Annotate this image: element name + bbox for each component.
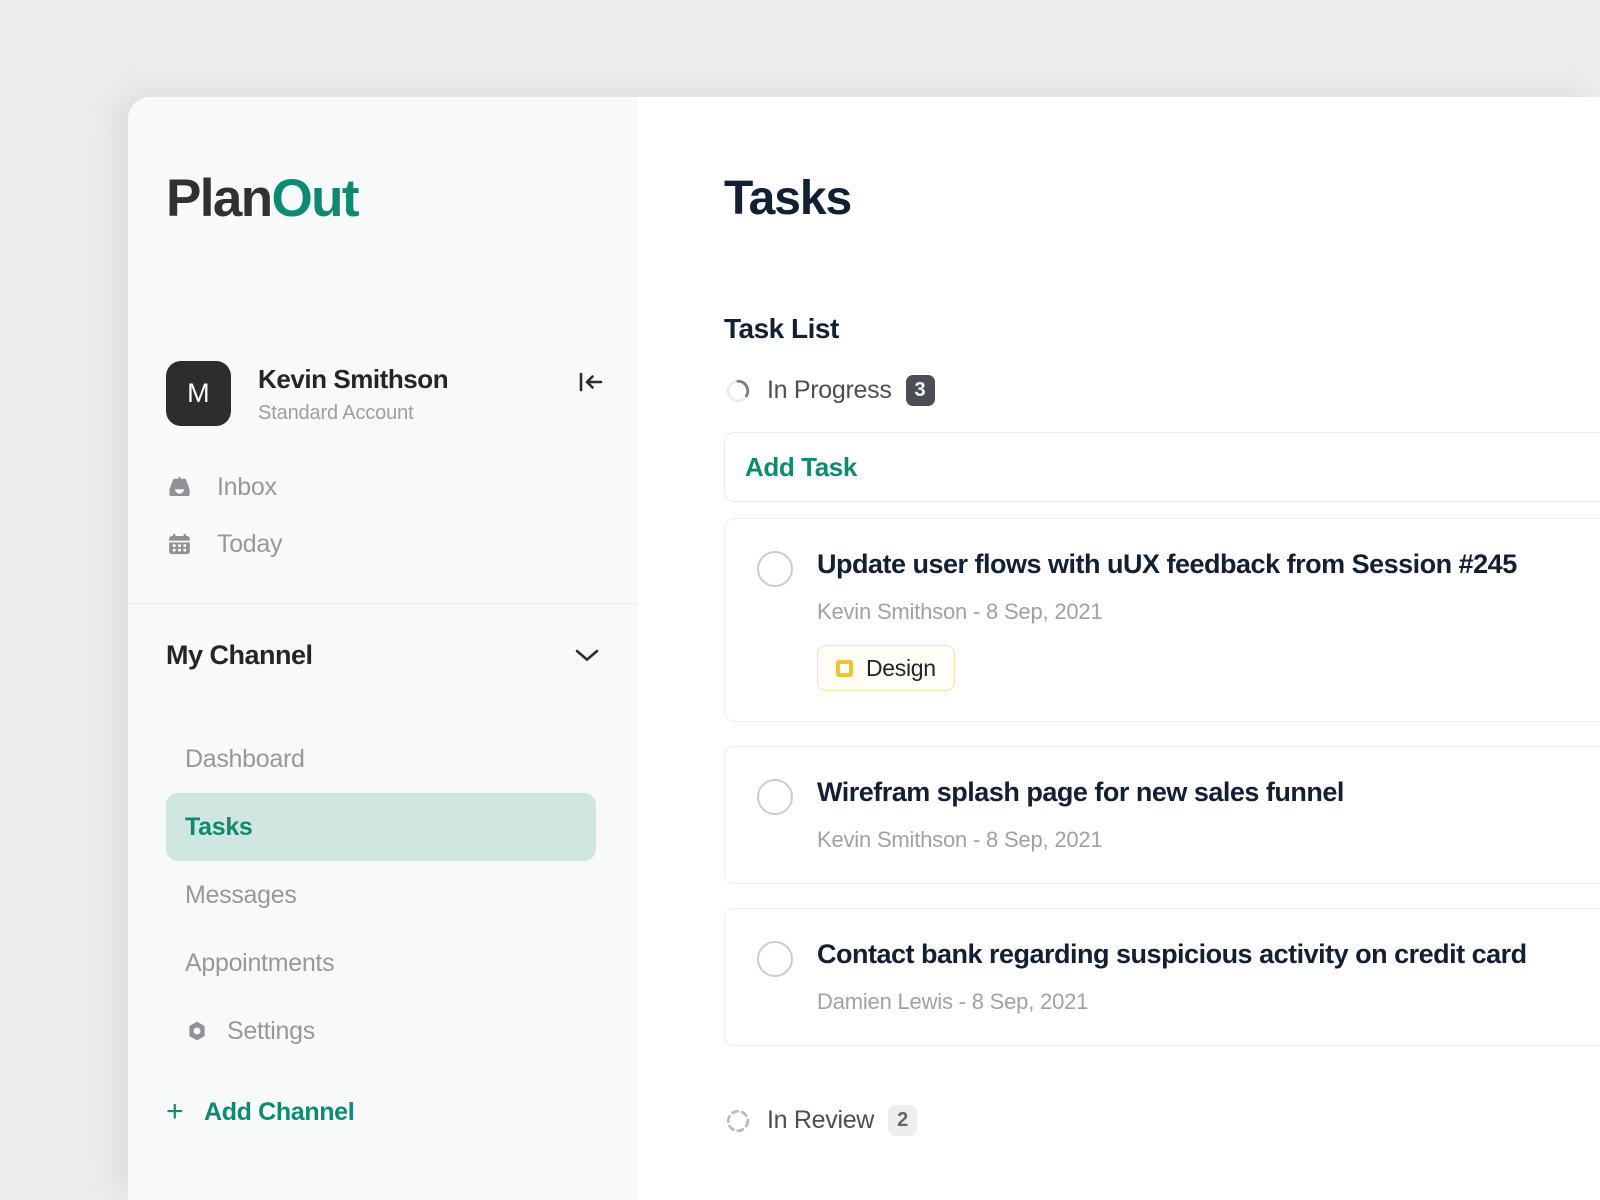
app-window: PlanOut M Kevin Smithson Standard Accoun… [128,97,1600,1200]
task-row[interactable]: Contact bank regarding suspicious activi… [724,908,1600,1047]
task-title: Wirefram splash page for new sales funne… [817,777,1344,808]
task-title: Contact bank regarding suspicious activi… [817,939,1527,970]
page-title: Tasks [724,172,852,225]
add-channel-label: Add Channel [204,1097,355,1126]
task-title: Update user flows with uUX feedback from… [817,549,1517,579]
calendar-icon [166,531,198,558]
task-checkbox[interactable] [757,551,793,587]
task-list: Update user flows with uUX feedback from… [724,518,1600,1070]
spinner-circle-icon [724,377,752,405]
task-group-in-progress[interactable]: In Progress 3 [724,375,935,406]
add-task-label: Add Task [745,451,857,482]
sidebar-item-dashboard[interactable]: Dashboard [166,725,596,793]
task-tag-design[interactable]: Design [817,645,955,692]
section-title: Task List [724,313,839,344]
add-channel-button[interactable]: + Add Channel [166,1095,355,1128]
sidebar-item-inbox-label: Inbox [217,473,277,501]
channel-header[interactable]: My Channel [166,635,600,675]
sidebar-item-tasks[interactable]: Tasks [166,793,596,861]
collapse-sidebar-icon[interactable] [574,367,608,397]
task-group-in-progress-label: In Progress [767,376,892,404]
task-group-in-review[interactable]: In Review 2 [724,1105,918,1136]
main-content: Tasks Task List In Progress 3 Add Task U… [638,97,1600,1200]
task-meta: Kevin Smithson - 8 Sep, 2021 [817,827,1103,853]
app-root: PlanOut M Kevin Smithson Standard Accoun… [0,0,1600,1200]
tag-color-swatch-icon [836,659,853,677]
sidebar-item-today-label: Today [217,530,283,558]
avatar: M [166,361,231,426]
task-tag-label: Design [866,654,936,681]
sidebar: PlanOut M Kevin Smithson Standard Accoun… [128,97,638,1200]
sidebar-item-dashboard-label: Dashboard [185,744,305,773]
channel-nav: Dashboard Tasks Messages Appointments Se… [166,725,596,1065]
account-block: M Kevin Smithson Standard Account [166,361,603,426]
sidebar-item-messages[interactable]: Messages [166,861,596,929]
inbox-icon [166,474,198,501]
task-meta: Kevin Smithson - 8 Sep, 2021 [817,599,1103,625]
account-name: Kevin Smithson [258,364,449,394]
sidebar-item-appointments[interactable]: Appointments [166,929,596,997]
task-checkbox[interactable] [757,779,793,816]
task-row[interactable]: Update user flows with uUX feedback from… [724,518,1600,723]
dashed-circle-icon [724,1107,752,1135]
task-meta: Damien Lewis - 8 Sep, 2021 [817,989,1089,1015]
sidebar-item-tasks-label: Tasks [185,812,253,841]
add-task-input[interactable]: Add Task [724,432,1600,502]
logo-text-accent: Out [271,169,360,228]
sidebar-item-settings[interactable]: Settings [166,997,596,1065]
task-group-in-review-label: In Review [767,1106,875,1134]
channel-title: My Channel [166,639,313,670]
sidebar-item-today[interactable]: Today [166,516,600,573]
task-group-in-progress-count: 3 [905,375,935,406]
task-tags: Design [817,645,1600,692]
sidebar-divider [128,603,638,604]
plus-icon: + [166,1095,184,1128]
task-group-in-review-count: 2 [888,1105,918,1136]
sidebar-item-messages-label: Messages [185,880,297,909]
sidebar-item-inbox[interactable]: Inbox [166,459,600,516]
task-checkbox[interactable] [757,941,793,978]
quick-nav: Inbox Today [166,459,600,573]
account-subtitle: Standard Account [258,402,414,424]
task-row[interactable]: Wirefram splash page for new sales funne… [724,746,1600,885]
chevron-down-icon[interactable] [574,647,600,663]
gear-icon [185,1019,215,1043]
sidebar-item-appointments-label: Appointments [185,948,335,977]
sidebar-item-settings-label: Settings [227,1016,315,1045]
app-logo: PlanOut [166,169,360,228]
logo-text-primary: Plan [166,169,273,228]
